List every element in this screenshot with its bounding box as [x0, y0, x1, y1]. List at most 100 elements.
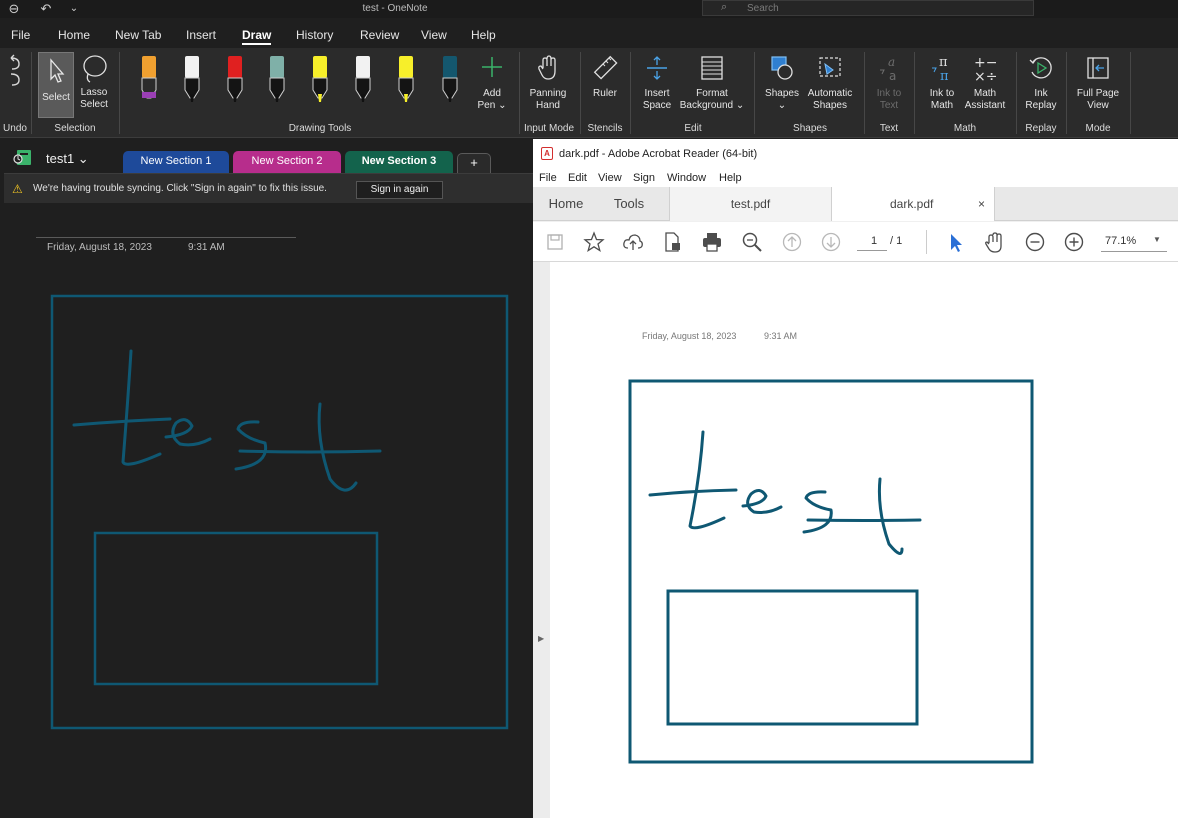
file-lock-icon[interactable] — [661, 231, 683, 253]
group-label-stencils: Stencils — [587, 123, 623, 134]
tab-review[interactable]: Review — [360, 28, 399, 42]
menu-edit[interactable]: Edit — [568, 172, 587, 184]
insert-space-label-2: Space — [642, 100, 672, 111]
math-asst-label-2: Assistant — [964, 100, 1006, 111]
onenote-page-pane: test1 ⌄ New Section 1 New Section 2 New … — [0, 139, 533, 818]
selection-cursor-icon[interactable] — [944, 231, 966, 253]
group-label-mode: Mode — [1085, 123, 1111, 134]
pdf-page: Friday, August 18, 2023 9:31 AM — [550, 262, 1178, 818]
next-page-icon[interactable] — [820, 231, 842, 253]
shapes-label-2: ⌄ — [777, 100, 787, 111]
pen-1-icon[interactable] — [134, 52, 164, 110]
ink-drawing-canvas[interactable] — [0, 139, 533, 818]
upload-cloud-icon[interactable] — [622, 231, 644, 253]
tab-dark-pdf[interactable]: dark.pdf × — [831, 187, 995, 221]
tab-home[interactable]: Home — [547, 187, 585, 221]
pdf-outer-rectangle — [628, 379, 1034, 764]
insert-space-icon — [647, 56, 667, 80]
previous-page-icon[interactable] — [781, 231, 803, 253]
ink-to-text-button[interactable]: a a Ink to Text — [870, 54, 908, 112]
print-icon[interactable] — [701, 231, 723, 253]
acrobat-tabs: Home Tools test.pdf dark.pdf × — [533, 187, 1178, 221]
add-pen-button[interactable]: Add Pen ⌄ — [476, 54, 508, 112]
full-page-view-button[interactable]: Full Page View — [1072, 54, 1124, 112]
tab-insert[interactable]: Insert — [186, 28, 216, 42]
format-background-button[interactable]: Format Background ⌄ — [677, 54, 747, 112]
ink-replay-button[interactable]: Ink Replay — [1022, 54, 1060, 112]
menu-help[interactable]: Help — [719, 172, 742, 184]
menu-view[interactable]: View — [598, 172, 622, 184]
insert-space-button[interactable]: Insert Space — [638, 54, 676, 112]
pen-5-icon[interactable] — [305, 52, 335, 110]
menu-window[interactable]: Window — [667, 172, 706, 184]
svg-text:π: π — [939, 55, 948, 70]
window-title: test - OneNote — [362, 3, 428, 14]
tab-home[interactable]: Home — [58, 28, 90, 42]
bookmark-star-icon[interactable] — [583, 231, 605, 253]
ruler-button[interactable]: Ruler — [588, 54, 622, 100]
tab-view[interactable]: View — [421, 28, 447, 42]
zoom-out-icon[interactable] — [1024, 231, 1046, 253]
ribbon-divider — [519, 52, 520, 134]
ink-text-label-1: Ink to — [876, 88, 902, 99]
pen-7-icon[interactable] — [391, 52, 421, 110]
tab-draw[interactable]: Draw — [242, 28, 272, 45]
expand-pane-icon[interactable]: ▶ — [538, 634, 544, 643]
full-page-label-2: View — [1087, 100, 1109, 111]
tab-test-pdf[interactable]: test.pdf — [669, 187, 831, 221]
tab-file[interactable]: File — [11, 28, 30, 42]
hand-tool-icon[interactable] — [983, 231, 1005, 253]
select-cursor-icon — [50, 58, 65, 83]
ink-outer-rectangle — [50, 294, 509, 730]
select-button[interactable]: Select — [38, 52, 74, 118]
tab-history[interactable]: History — [296, 28, 333, 42]
ink-replay-label-1: Ink — [1034, 88, 1048, 99]
ribbon-divider — [1130, 52, 1131, 134]
select-label: Select — [42, 92, 70, 103]
math-asst-label-1: Math — [973, 88, 997, 99]
ink-to-math-button[interactable]: π π Ink to Math — [922, 54, 962, 112]
menu-sign[interactable]: Sign — [633, 172, 655, 184]
svg-text:a: a — [888, 55, 895, 69]
panning-label-1: Panning — [529, 88, 567, 99]
page-total: / 1 — [890, 235, 903, 247]
add-pen-label-1: Add — [483, 88, 501, 99]
zoom-in-icon[interactable] — [1063, 231, 1085, 253]
search-box[interactable]: ⌕ Search — [702, 0, 1034, 16]
shapes-button[interactable]: Shapes ⌄ — [762, 54, 802, 112]
math-assistant-button[interactable]: +− ×÷ Math Assistant — [962, 54, 1008, 112]
panning-hand-button[interactable]: Panning Hand — [524, 54, 572, 112]
pen-3-icon[interactable] — [220, 52, 250, 110]
save-icon[interactable] — [544, 231, 566, 253]
pen-4-icon[interactable] — [262, 52, 292, 110]
pen-8-icon[interactable] — [435, 52, 465, 110]
tab-tools[interactable]: Tools — [611, 187, 647, 221]
navigation-pane-toggle[interactable]: ▶ — [533, 262, 550, 818]
zoom-dropdown-arrow-icon[interactable]: ▼ — [1153, 235, 1161, 244]
insert-space-label-1: Insert — [644, 88, 670, 99]
group-label-math: Math — [953, 123, 977, 134]
tab-new-tab[interactable]: New Tab — [115, 28, 161, 42]
onenote-titlebar: ⊖ ↶ ⌄ test - OneNote ⌕ Search — [0, 0, 1178, 18]
lasso-select-button[interactable]: Lasso Select — [76, 52, 112, 111]
automatic-shapes-button[interactable]: Automatic Shapes — [802, 54, 858, 112]
close-tab-icon[interactable]: × — [978, 187, 985, 221]
toolbar-divider — [926, 230, 927, 254]
math-operators-icon: +− ×÷ — [974, 55, 997, 82]
group-label-input-mode: Input Mode — [523, 123, 575, 134]
ink-to-math-icon: π π — [932, 55, 949, 82]
undo-button[interactable] — [2, 54, 28, 88]
menu-file[interactable]: File — [539, 172, 557, 184]
lasso-label-2: Select — [80, 99, 108, 110]
ribbon-divider — [580, 52, 581, 134]
hand-icon — [538, 55, 556, 80]
tab-help[interactable]: Help — [471, 28, 496, 42]
zoom-search-icon[interactable] — [741, 231, 763, 253]
draw-ribbon: Undo Select Lasso Select Selection Add P… — [0, 48, 1178, 138]
group-label-replay: Replay — [1025, 123, 1057, 134]
ink-math-label-1: Ink to — [929, 88, 955, 99]
pen-6-icon[interactable] — [348, 52, 378, 110]
ribbon-divider — [630, 52, 631, 134]
pdf-file-icon: A — [541, 147, 553, 160]
pen-2-icon[interactable] — [177, 52, 207, 110]
